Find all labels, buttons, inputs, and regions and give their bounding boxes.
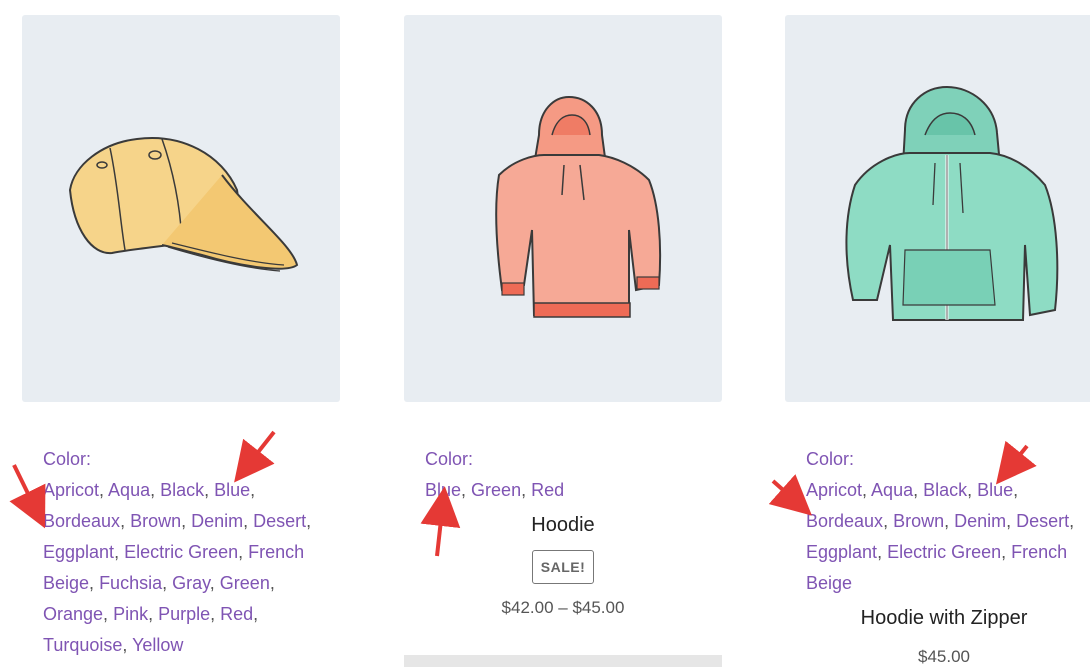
color-options-list: Apricot, Aqua, Black, Blue, Bordeaux, Br… <box>43 480 312 655</box>
product-card-cap: Color: Apricot, Aqua, Black, Blue, Borde… <box>22 15 340 661</box>
color-option-yellow[interactable]: Yellow <box>132 635 183 655</box>
color-option-desert[interactable]: Desert <box>253 511 306 531</box>
color-label: Color: <box>425 449 474 469</box>
color-option-eggplant[interactable]: Eggplant <box>806 542 877 562</box>
color-attribute: Color: Apricot, Aqua, Black, Blue, Borde… <box>43 444 323 661</box>
sale-badge: SALE! <box>532 550 594 584</box>
color-option-apricot[interactable]: Apricot <box>43 480 99 500</box>
color-attribute: Color: Apricot, Aqua, Black, Blue, Borde… <box>806 444 1086 599</box>
color-option-electric-green[interactable]: Electric Green <box>124 542 238 562</box>
color-option-electric-green[interactable]: Electric Green <box>887 542 1001 562</box>
color-option-red[interactable]: Red <box>531 480 564 500</box>
color-options-list: Blue, Green, Red <box>425 480 565 500</box>
color-option-fuchsia[interactable]: Fuchsia <box>99 573 162 593</box>
color-label: Color: <box>43 449 92 469</box>
zip-hoodie-icon <box>845 85 1059 321</box>
color-option-aqua[interactable]: Aqua <box>871 480 913 500</box>
color-option-bordeaux[interactable]: Bordeaux <box>806 511 883 531</box>
color-option-aqua[interactable]: Aqua <box>108 480 150 500</box>
color-option-blue[interactable]: Blue <box>214 480 250 500</box>
color-option-red[interactable]: Red <box>220 604 253 624</box>
product-title[interactable]: Hoodie with Zipper <box>785 603 1090 633</box>
color-option-green[interactable]: Green <box>471 480 521 500</box>
cap-icon <box>68 137 299 272</box>
color-option-denim[interactable]: Denim <box>954 511 1006 531</box>
color-option-turquoise[interactable]: Turquoise <box>43 635 122 655</box>
product-price: $42.00 – $45.00 <box>501 598 625 617</box>
hoodie-icon <box>495 95 662 318</box>
color-option-gray[interactable]: Gray <box>172 573 210 593</box>
product-price: $45.00 <box>918 647 970 666</box>
product-card-hoodie: Color: Blue, Green, Red Hoodie SALE! $42… <box>404 15 722 618</box>
color-option-eggplant[interactable]: Eggplant <box>43 542 114 562</box>
color-option-blue[interactable]: Blue <box>977 480 1013 500</box>
color-option-brown[interactable]: Brown <box>893 511 944 531</box>
color-option-desert[interactable]: Desert <box>1016 511 1069 531</box>
color-option-brown[interactable]: Brown <box>130 511 181 531</box>
color-attribute: Color: Blue, Green, Red <box>425 444 705 506</box>
color-option-pink[interactable]: Pink <box>113 604 148 624</box>
color-option-denim[interactable]: Denim <box>191 511 243 531</box>
color-option-bordeaux[interactable]: Bordeaux <box>43 511 120 531</box>
product-image-hoodie-with-zipper[interactable] <box>785 15 1090 402</box>
product-card-hoodie-with-zipper: Color: Apricot, Aqua, Black, Blue, Borde… <box>785 15 1090 667</box>
color-label: Color: <box>806 449 855 469</box>
product-title[interactable]: Hoodie <box>404 510 722 540</box>
color-option-black[interactable]: Black <box>923 480 967 500</box>
color-option-black[interactable]: Black <box>160 480 204 500</box>
color-option-apricot[interactable]: Apricot <box>806 480 862 500</box>
color-option-green[interactable]: Green <box>220 573 270 593</box>
add-to-cart-button[interactable] <box>404 655 722 667</box>
color-option-purple[interactable]: Purple <box>158 604 210 624</box>
color-option-orange[interactable]: Orange <box>43 604 103 624</box>
product-image-cap[interactable] <box>22 15 340 402</box>
color-option-blue[interactable]: Blue <box>425 480 461 500</box>
product-image-hoodie[interactable] <box>404 15 722 402</box>
color-options-list: Apricot, Aqua, Black, Blue, Bordeaux, Br… <box>806 480 1075 593</box>
product-grid: Color: Apricot, Aqua, Black, Blue, Borde… <box>0 0 1090 667</box>
